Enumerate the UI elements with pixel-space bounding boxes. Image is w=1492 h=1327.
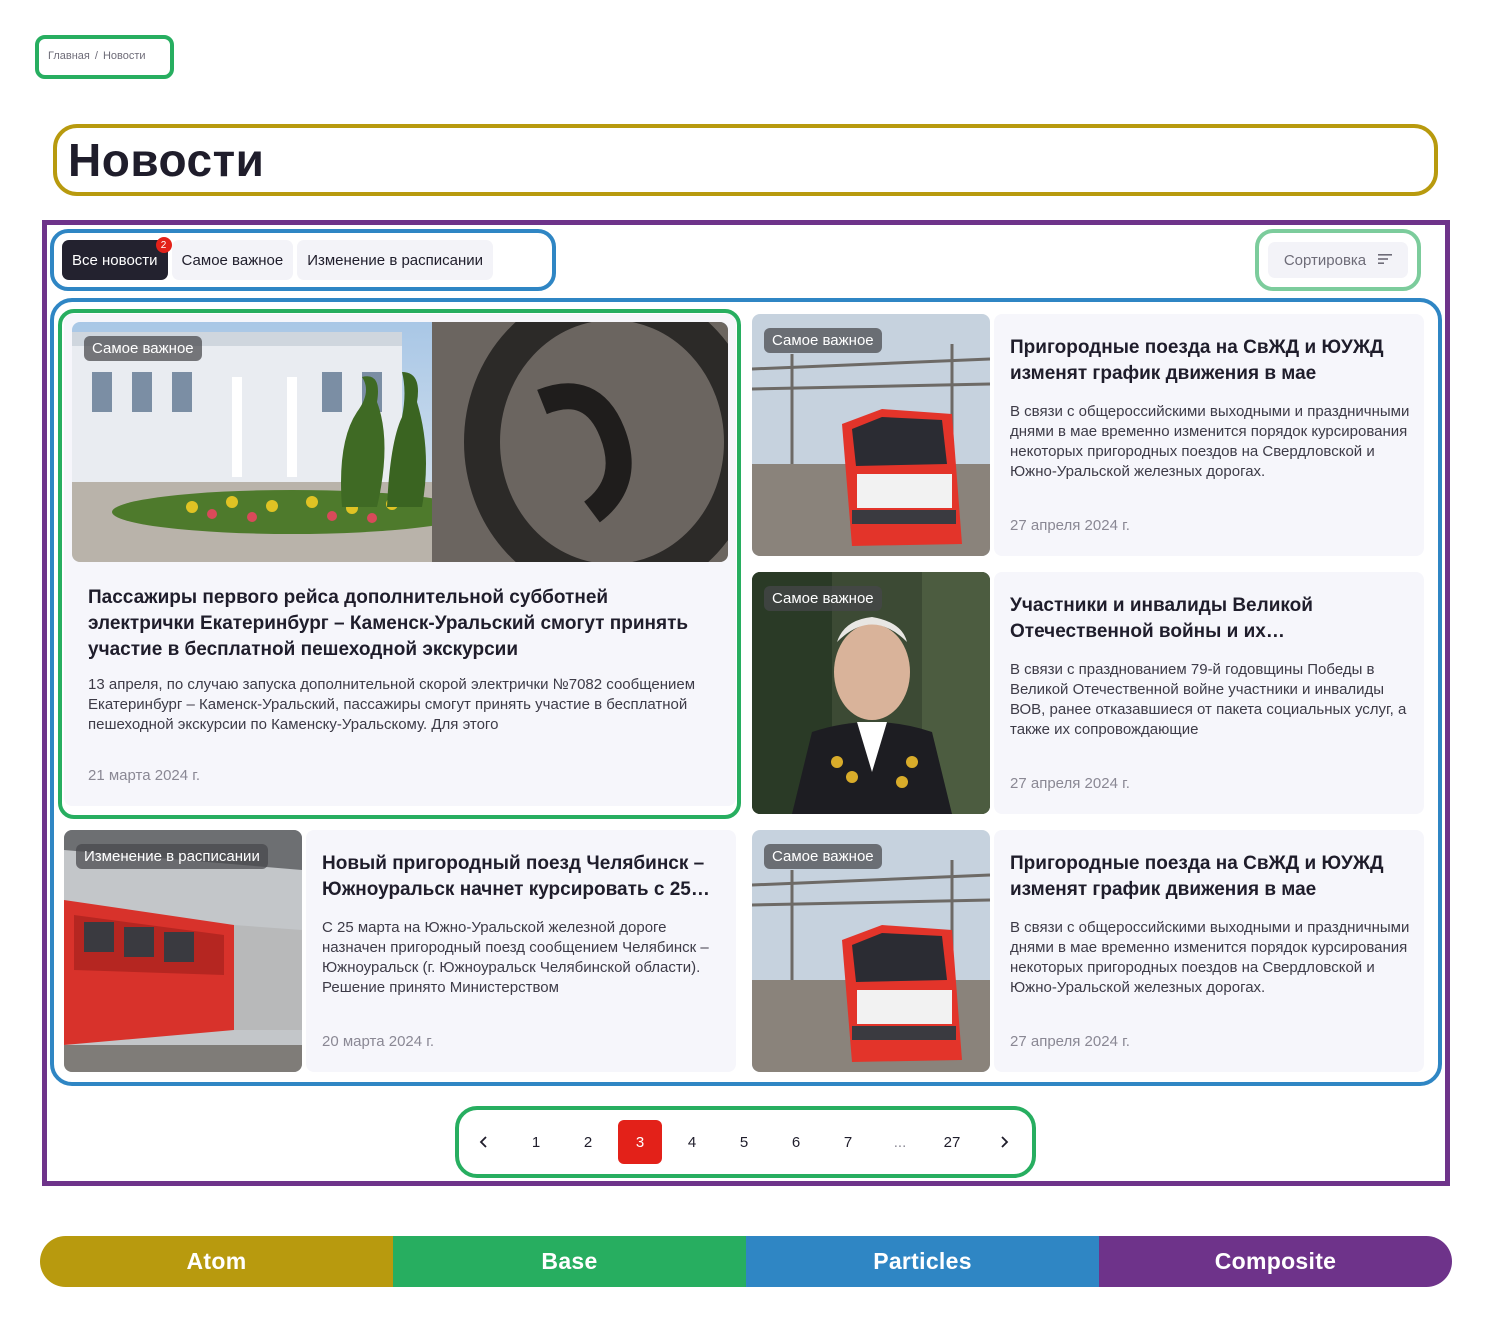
featured-news-card[interactable]: Самое важное Пассажиры первого рейса доп…	[64, 314, 736, 806]
news-excerpt: В связи с общероссийскими выходными и пр…	[1010, 403, 1410, 480]
news-image: Самое важное	[752, 572, 990, 814]
news-card[interactable]: Самое важное Пригородные поезда на СвЖД …	[752, 314, 1424, 556]
chevron-left-icon[interactable]	[462, 1120, 506, 1164]
page-6[interactable]: 6	[774, 1120, 818, 1164]
news-title[interactable]: Пригородные поезда на СвЖД и ЮУЖД изменя…	[1010, 851, 1410, 903]
featured-news-title[interactable]: Пассажиры первого рейса дополнительной с…	[88, 585, 708, 663]
news-date: 27 апреля 2024 г.	[1010, 1033, 1130, 1050]
news-category-badge: Самое важное	[764, 586, 882, 611]
news-image: Самое важное	[752, 830, 990, 1072]
breadcrumb: Главная / Новости	[48, 50, 146, 62]
news-excerpt: В связи с празднованием 79-й годовщины П…	[1010, 661, 1407, 738]
tab-count-badge: 2	[155, 237, 172, 253]
page-title: Новости	[68, 134, 265, 186]
page-27[interactable]: 27	[930, 1120, 974, 1164]
breadcrumb-home-link[interactable]: Главная	[48, 50, 90, 62]
sort-button[interactable]: Сортировка	[1268, 242, 1408, 278]
news-excerpt: В связи с общероссийскими выходными и пр…	[1010, 919, 1410, 996]
tab-all-news[interactable]: Все новости 2	[62, 237, 172, 280]
news-title[interactable]: Новый пригородный поезд Челябинск – Южно…	[322, 851, 722, 903]
tab-all-news-label: Все новости	[72, 251, 158, 269]
pagination: 1 2 3 4 5 6 7 ... 27	[462, 1120, 1028, 1164]
page-ellipsis: ...	[893, 1133, 907, 1151]
legend-composite: Composite	[1099, 1236, 1452, 1287]
breadcrumb-separator: /	[94, 50, 98, 62]
featured-news-excerpt: 13 апреля, по случаю запуска дополнитель…	[88, 676, 696, 733]
news-category-badge: Изменение в расписании	[76, 844, 268, 869]
chevron-right-icon[interactable]	[982, 1120, 1026, 1164]
page-2[interactable]: 2	[566, 1120, 610, 1164]
page-5[interactable]: 5	[722, 1120, 766, 1164]
component-level-legend: Atom Base Particles Composite	[40, 1236, 1452, 1287]
news-date: 20 марта 2024 г.	[322, 1033, 435, 1050]
page-7[interactable]: 7	[826, 1120, 870, 1164]
tab-schedule-changes[interactable]: Изменение в расписании	[297, 240, 494, 280]
sort-label: Сортировка	[1283, 251, 1367, 269]
news-category-badge: Самое важное	[84, 336, 202, 361]
page-3-current[interactable]: 3	[618, 1120, 662, 1164]
news-title[interactable]: Пригородные поезда на СвЖД и ЮУЖД изменя…	[1010, 335, 1410, 387]
news-image: Изменение в расписании	[64, 830, 302, 1072]
news-card[interactable]: Самое важное Участники и инвалиды Велико…	[752, 572, 1424, 814]
tab-important[interactable]: Самое важное	[171, 240, 294, 280]
featured-news-image: Самое важное	[72, 322, 728, 562]
featured-news-date: 21 марта 2024 г.	[88, 767, 201, 784]
page-4[interactable]: 4	[670, 1120, 714, 1164]
tab-schedule-changes-label: Изменение в расписании	[307, 251, 484, 269]
legend-base: Base	[393, 1236, 746, 1287]
news-title[interactable]: Участники и инвалиды Великой Отечественн…	[1010, 593, 1410, 645]
legend-particles: Particles	[746, 1236, 1099, 1287]
news-image: Самое важное	[752, 314, 990, 556]
news-date: 27 апреля 2024 г.	[1010, 775, 1130, 792]
legend-atom: Atom	[40, 1236, 393, 1287]
breadcrumb-current: Новости	[102, 50, 146, 62]
news-card[interactable]: Изменение в расписании Новый пригородный…	[64, 830, 736, 1072]
page-1[interactable]: 1	[514, 1120, 558, 1164]
news-category-badge: Самое важное	[764, 328, 882, 353]
sort-lines-icon	[1378, 252, 1393, 269]
tab-important-label: Самое важное	[181, 251, 284, 269]
news-card[interactable]: Самое важное Пригородные поезда на СвЖД …	[752, 830, 1424, 1072]
filter-tabs: Все новости 2 Самое важное Изменение в р…	[62, 237, 494, 280]
news-category-badge: Самое важное	[764, 844, 882, 869]
news-excerpt: С 25 марта на Южно-Уральской железной до…	[322, 919, 709, 996]
news-date: 27 апреля 2024 г.	[1010, 517, 1130, 534]
